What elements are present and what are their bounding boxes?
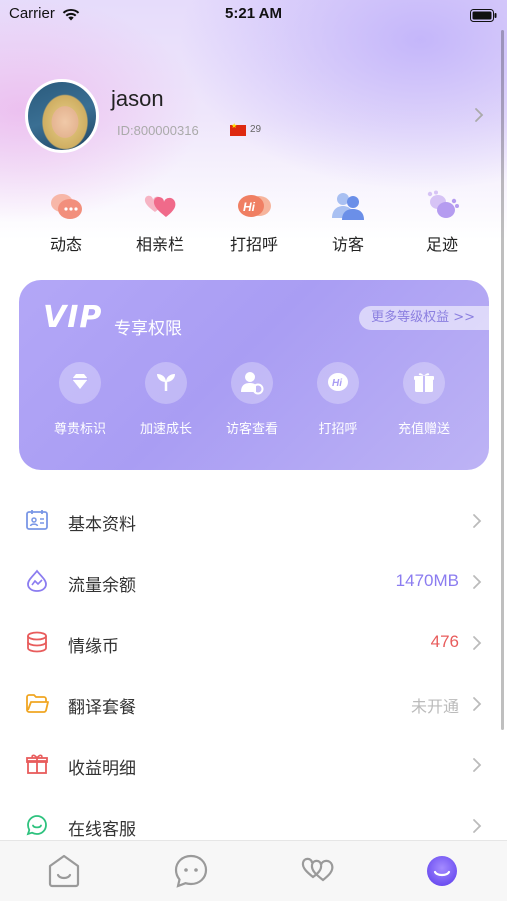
tab-messages[interactable] — [169, 851, 213, 891]
footprints-icon — [424, 190, 460, 222]
china-flag-icon — [230, 122, 246, 136]
status-bar: Carrier 5:21 AM — [0, 0, 507, 28]
hi-icon: Hi — [317, 362, 359, 404]
profile-header[interactable]: jason ID:800000316 29 — [0, 75, 507, 159]
vip-perk-recharge[interactable]: 充值赠送 — [381, 362, 467, 437]
quick-action-greet[interactable]: Hi 打招呼 — [214, 190, 294, 255]
user-id: ID:800000316 — [117, 123, 199, 138]
vip-perk-growth[interactable]: 加速成长 — [123, 362, 209, 437]
svg-text:Hi: Hi — [243, 200, 256, 214]
vip-subtitle: 专享权限 — [114, 319, 182, 339]
chevron-right-icon — [472, 635, 482, 655]
quick-action-label: 打招呼 — [229, 235, 278, 254]
diamond-icon — [59, 362, 101, 404]
chevron-right-icon — [472, 574, 482, 594]
gift-icon — [403, 362, 445, 404]
coins-value: 476 — [430, 632, 459, 651]
quick-action-label: 足迹 — [425, 235, 458, 254]
vip-perks: 尊贵标识 加速成长 访客查看 Hi 打招呼 充值赠送 — [19, 362, 489, 442]
coins-icon — [25, 630, 49, 654]
menu-basic-info[interactable]: 基本资料 — [0, 490, 507, 551]
username: jason — [111, 86, 164, 111]
profile-face-icon — [427, 856, 457, 886]
vip-perk-label: 充值赠送 — [397, 422, 450, 437]
age-badge: 29 — [250, 124, 262, 135]
chevron-right-icon — [472, 818, 482, 838]
chevron-right-icon — [472, 696, 482, 716]
quick-action-label: 相亲栏 — [135, 235, 184, 254]
quick-actions: 动态 相亲栏 Hi 打招呼 访客 足迹 — [0, 190, 507, 255]
data-balance-icon — [25, 569, 49, 593]
tab-match[interactable] — [295, 851, 339, 891]
menu-translation-plan[interactable]: 翻译套餐 未开通 — [0, 673, 507, 734]
menu-label: 在线客服 — [68, 820, 136, 840]
tab-home[interactable] — [42, 851, 86, 891]
clock: 5:21 AM — [225, 5, 282, 22]
vip-logo: VIP — [43, 300, 103, 335]
hearts-icon — [142, 190, 178, 222]
quick-action-label: 访客 — [331, 235, 364, 254]
menu-coins[interactable]: 情缘币 476 — [0, 612, 507, 673]
hi-greeting-icon: Hi — [236, 190, 272, 222]
vip-perk-label: 尊贵标识 — [53, 422, 106, 437]
chevron-right-icon — [472, 513, 482, 533]
chevron-right-icon — [472, 757, 482, 777]
vip-perk-label: 加速成长 — [139, 422, 192, 437]
chat-icon — [174, 854, 208, 888]
vip-perk-visitors[interactable]: 访客查看 — [209, 362, 295, 437]
quick-action-footprints[interactable]: 足迹 — [402, 190, 482, 255]
visitor-view-icon — [231, 362, 273, 404]
menu-label: 基本资料 — [68, 515, 136, 535]
avatar[interactable] — [25, 79, 99, 153]
vip-perk-label: 访客查看 — [225, 422, 278, 437]
gift-box-icon — [25, 752, 49, 776]
vip-perk-label: 打招呼 — [318, 422, 358, 437]
vip-more-benefits-button[interactable]: 更多等级权益 >> — [359, 306, 489, 330]
quick-action-moments[interactable]: 动态 — [26, 190, 106, 255]
tab-bar — [0, 840, 507, 901]
translation-status: 未开通 — [410, 697, 459, 716]
menu-label: 情缘币 — [68, 637, 119, 657]
vip-perk-badge[interactable]: 尊贵标识 — [37, 362, 123, 437]
menu-label: 流量余额 — [68, 576, 136, 596]
svg-text:Hi: Hi — [332, 378, 342, 389]
tab-profile[interactable] — [420, 851, 464, 891]
quick-action-label: 动态 — [49, 235, 82, 254]
visitors-icon — [330, 190, 366, 222]
vip-card[interactable]: VIP 专享权限 更多等级权益 >> 尊贵标识 加速成长 访客查看 Hi 打招呼 — [19, 280, 489, 470]
vip-perk-greet[interactable]: Hi 打招呼 — [295, 362, 381, 437]
menu-label: 翻译套餐 — [68, 698, 136, 718]
menu-earnings[interactable]: 收益明细 — [0, 734, 507, 795]
battery-icon — [470, 7, 497, 26]
menu-data-balance[interactable]: 流量余额 1470MB — [0, 551, 507, 612]
folder-icon — [25, 691, 49, 715]
moments-icon — [48, 190, 84, 222]
menu-label: 收益明细 — [68, 759, 136, 779]
home-icon — [48, 854, 80, 888]
data-balance-value: 1470MB — [395, 571, 459, 590]
sprout-icon — [145, 362, 187, 404]
quick-action-visitors[interactable]: 访客 — [308, 190, 388, 255]
customer-service-icon — [25, 813, 49, 837]
heart-match-icon — [301, 857, 334, 882]
chevron-right-icon[interactable] — [474, 107, 484, 127]
profile-card-icon — [25, 508, 49, 532]
quick-action-matchmaking[interactable]: 相亲栏 — [120, 190, 200, 255]
